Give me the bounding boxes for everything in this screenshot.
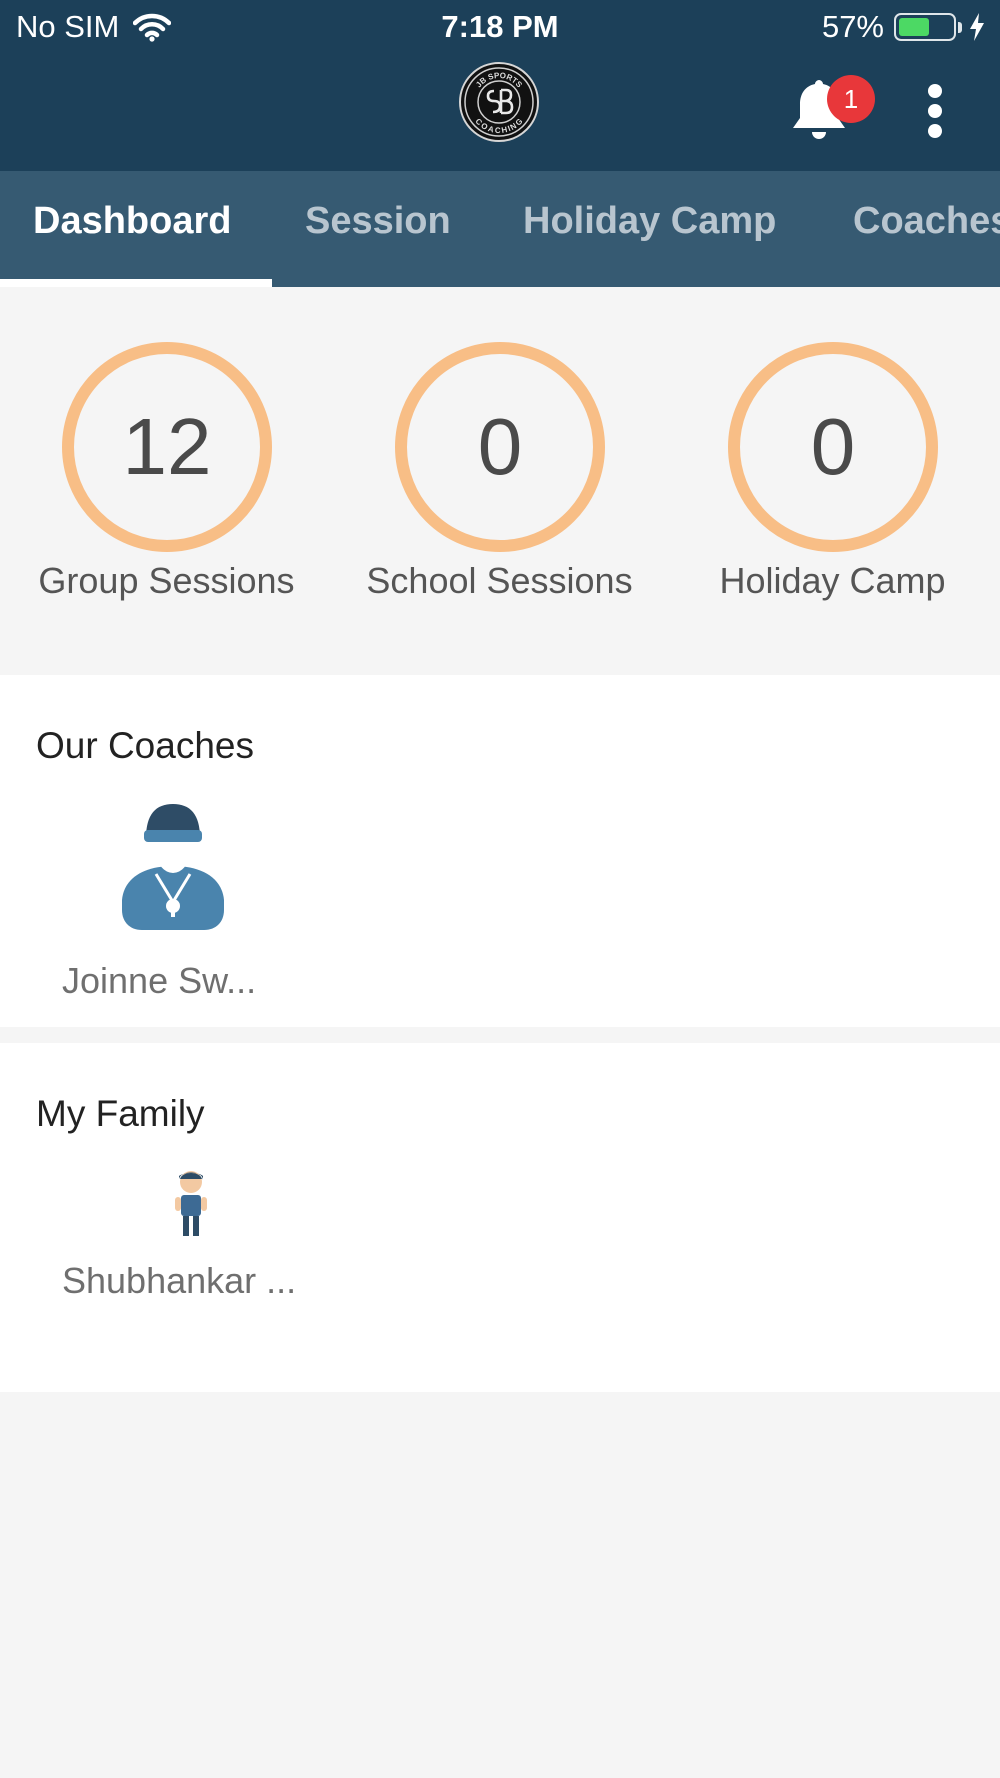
stat-ring: 12: [62, 342, 272, 552]
status-right: 57%: [822, 9, 986, 45]
tab-dashboard[interactable]: Dashboard: [33, 171, 231, 287]
app-logo[interactable]: JB SPORTS COACHING: [459, 62, 539, 142]
stat-value: 0: [477, 402, 523, 491]
stat-school-sessions[interactable]: 0 School Sessions: [333, 287, 666, 673]
stat-holiday-camp[interactable]: 0 Holiday Camp: [666, 287, 999, 673]
kebab-dot: [928, 104, 942, 118]
child-avatar-icon: [175, 1171, 207, 1236]
tab-session[interactable]: Session: [305, 171, 451, 287]
coach-name: Joinne Sw...: [62, 960, 257, 1001]
stats-summary: 12 Group Sessions 0 School Sessions 0 Ho…: [0, 287, 1000, 673]
svg-text:COACHING: COACHING: [473, 117, 524, 135]
tab-holiday-camp[interactable]: Holiday Camp: [523, 171, 776, 287]
stat-group-sessions[interactable]: 12 Group Sessions: [0, 287, 333, 673]
stat-value: 0: [810, 402, 856, 491]
family-member-name: Shubhankar ...: [62, 1260, 297, 1301]
battery-icon: [894, 13, 956, 41]
notification-badge[interactable]: 1: [827, 75, 875, 123]
kebab-dot: [928, 84, 942, 98]
coach-item[interactable]: Joinne Sw...: [60, 800, 290, 1010]
tab-bar: Dashboard Session Holiday Camp Coaches: [0, 171, 1000, 287]
kebab-dot: [928, 124, 942, 138]
charging-icon: [970, 13, 984, 41]
battery-fill: [899, 18, 929, 36]
active-tab-indicator: [0, 279, 272, 287]
logo-mark: JB SPORTS COACHING: [464, 67, 534, 137]
tab-coaches[interactable]: Coaches: [853, 171, 1000, 287]
stat-ring: 0: [728, 342, 938, 552]
family-card: My Family Shubhankar ...: [0, 1043, 1000, 1392]
status-bar: No SIM 7:18 PM 57%: [0, 0, 1000, 56]
coach-avatar-icon: [122, 804, 224, 930]
coaches-title: Our Coaches: [36, 725, 254, 766]
stat-label: Group Sessions: [38, 560, 295, 601]
more-vertical-icon[interactable]: [918, 84, 952, 144]
stat-label: School Sessions: [366, 560, 633, 601]
logo-text-bottom: COACHING: [473, 117, 524, 135]
stat-value: 12: [122, 402, 212, 491]
stat-ring: 0: [395, 342, 605, 552]
battery-percent: 57%: [821, 9, 884, 44]
stat-label: Holiday Camp: [719, 560, 946, 601]
family-title: My Family: [36, 1093, 205, 1134]
battery-tip: [958, 21, 962, 33]
coaches-card: Our Coaches Joinne Sw...: [0, 675, 1000, 1027]
family-member-item[interactable]: Shubhankar ...: [60, 1168, 340, 1358]
app-header: No SIM 7:18 PM 57% JB SPORTS COACHING 1: [0, 0, 1000, 171]
